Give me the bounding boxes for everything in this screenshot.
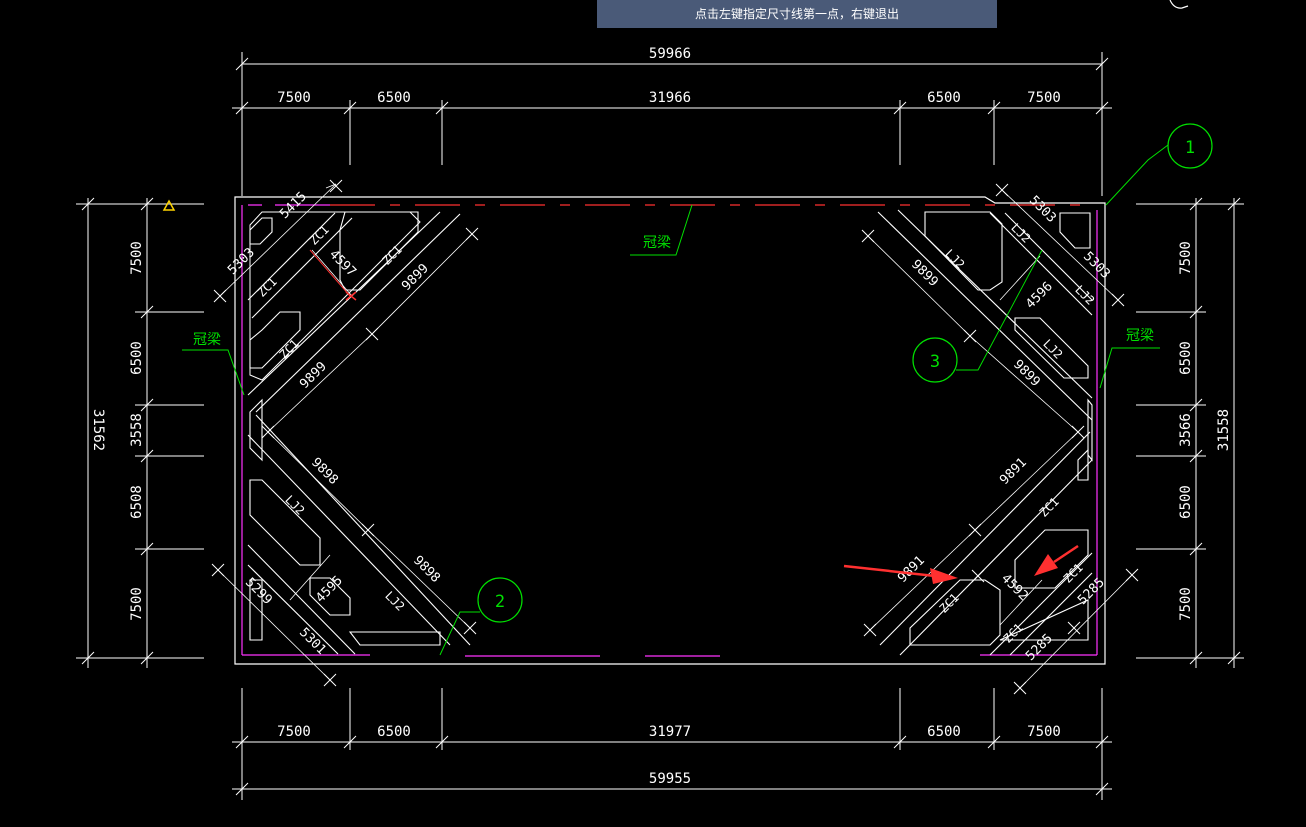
dimension-ticks (211, 179, 1139, 695)
dim-right-overall: 31558 (1216, 409, 1232, 451)
axis-marker-1: 1 (1167, 123, 1213, 169)
corner-br-a: 5285 (1075, 575, 1108, 608)
crown-beam-label-right: 冠梁 (1126, 328, 1154, 344)
dim-right-seg-3: 3566 (1178, 413, 1194, 447)
dim-top-seg-5: 7500 (1027, 90, 1061, 106)
brace-tag-zc1-tl2: ZC1 (380, 243, 405, 268)
short-br: 4592 (998, 571, 1031, 604)
dim-left-seg-1: 7500 (129, 241, 145, 275)
axis-marker-1-label: 1 (1185, 138, 1195, 158)
dim-bottom-overall: 59955 (649, 771, 691, 787)
dim-bottom-seg-1: 7500 (277, 724, 311, 740)
diag-bl-2: 9898 (410, 553, 443, 586)
dim-top-seg-3: 31966 (649, 90, 691, 106)
brace-tag-lj2-tr: LJ2 (942, 247, 967, 272)
dim-right-seg-2: 6500 (1178, 341, 1194, 375)
crown-beam-label-top: 冠梁 (643, 235, 671, 251)
brace-structure (247, 209, 1093, 656)
dim-left-seg-5: 7500 (129, 587, 145, 621)
dim-left-seg-2: 6500 (129, 341, 145, 375)
short-tr: 4596 (1023, 279, 1056, 312)
corner-tr-a: 5303 (1026, 193, 1059, 226)
brace-tag-zc1-br4: ZC1 (1001, 621, 1026, 646)
brace-tag-zc1-br3: ZC1 (1061, 561, 1086, 586)
red-arrow-right-shaft (1053, 544, 1079, 564)
dim-top-seg-4: 6500 (927, 90, 961, 106)
dim-right-seg-1: 7500 (1178, 241, 1194, 275)
diag-bl-1: 9898 (308, 455, 341, 488)
cad-drawing-canvas[interactable]: 1 2 3 冠梁 冠梁 冠梁 59966 7500 6500 31966 650… (0, 0, 1306, 827)
dimension-lines (76, 52, 1244, 800)
corner-bl-a: 5299 (242, 575, 275, 608)
corner-br-b: 5285 (1023, 631, 1056, 664)
dim-right-seg-4: 6500 (1178, 485, 1194, 519)
diag-tr-2: 9899 (1010, 357, 1043, 390)
dim-bottom-seg-2: 6500 (377, 724, 411, 740)
diag-br-2: 9891 (895, 553, 928, 586)
corner-bl-b: 5301 (296, 625, 329, 658)
brace-tag-lj2-bl2: LJ2 (382, 589, 407, 614)
dim-bottom-seg-3: 31977 (649, 724, 691, 740)
brace-labels: 9899 9899 9899 9899 9898 9898 9891 9891 … (225, 189, 1113, 664)
brace-tag-zc1-br: ZC1 (1037, 495, 1062, 520)
axis-marker-2-label: 2 (495, 592, 505, 612)
brace-tag-zc1-br2: ZC1 (937, 591, 962, 616)
dim-left-seg-4: 6508 (129, 485, 145, 519)
axis-marker-3: 3 (912, 337, 958, 383)
dim-top-overall: 59966 (649, 46, 691, 62)
brace-tag-zc1-tl: ZC1 (307, 223, 332, 248)
diag-tr-1: 9899 (908, 257, 941, 290)
red-arrow-right-head (1034, 554, 1058, 576)
brace-tag-lj2-bl: LJ2 (282, 493, 307, 518)
short-tl: 4597 (326, 247, 359, 280)
brace-tag-lj2-tr4: LJ2 (1072, 283, 1097, 308)
brace-tag-lj2-tr2: LJ2 (1008, 221, 1033, 246)
dim-top-seg-2: 6500 (377, 90, 411, 106)
dim-left-overall: 31562 (90, 409, 106, 451)
axis-marker-2: 2 (477, 577, 523, 623)
dim-top-seg-1: 7500 (277, 90, 311, 106)
dim-left-seg-3: 3558 (129, 413, 145, 447)
diag-tl-1: 9899 (399, 261, 432, 294)
warning-triangle-icon (162, 199, 176, 211)
crown-beam-label-left: 冠梁 (193, 332, 221, 348)
brace-tag-zc1-tl4: ZC1 (277, 337, 302, 362)
brace-dimension-lines (217, 183, 1133, 689)
red-arrows (843, 544, 1079, 584)
diag-tl-2: 9899 (297, 359, 330, 392)
dim-bottom-seg-4: 6500 (927, 724, 961, 740)
axis-marker-3-label: 3 (930, 352, 940, 372)
dim-right-seg-5: 7500 (1178, 587, 1194, 621)
pit-outline (234, 196, 1106, 665)
dim-bottom-seg-5: 7500 (1027, 724, 1061, 740)
brace-tag-zc1-tl3: ZC1 (255, 275, 280, 300)
